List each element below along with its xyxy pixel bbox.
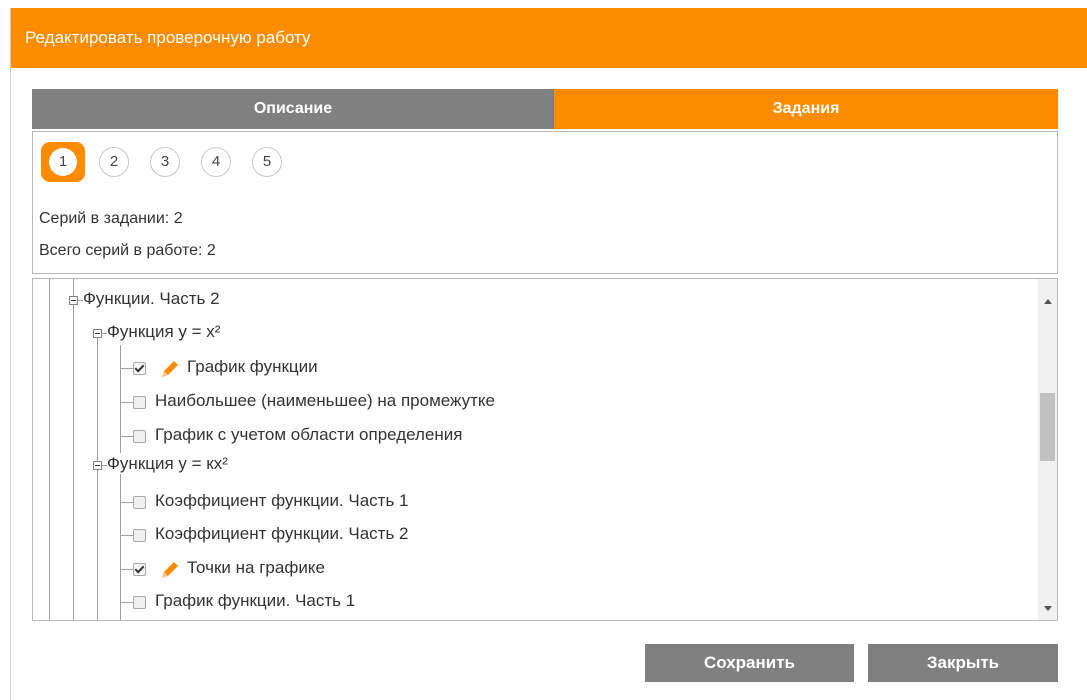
task-number-5[interactable]: 5 — [252, 147, 282, 177]
collapse-icon[interactable] — [93, 461, 102, 470]
edit-test-dialog: Редактировать проверочную работу Описани… — [10, 8, 1087, 700]
scroll-up-arrow-icon[interactable] — [1044, 299, 1052, 304]
task-number-2[interactable]: 2 — [99, 147, 129, 177]
task-number-1[interactable]: 1 — [41, 142, 85, 182]
series-label[interactable]: Точки на графике — [187, 558, 325, 578]
tree-connector — [120, 502, 133, 503]
save-button[interactable]: Сохранить — [645, 644, 854, 682]
tab-tasks[interactable]: Задания — [554, 89, 1058, 129]
task-number-selector: 1 2 3 4 5 — [41, 142, 303, 182]
series-label[interactable]: Коэффициент функции. Часть 1 — [155, 491, 409, 511]
series-checkbox[interactable] — [133, 529, 146, 542]
series-label[interactable]: График функции. Часть 1 — [155, 591, 355, 611]
tree-guide-line — [49, 279, 50, 620]
series-label[interactable]: График с учетом области определения — [155, 425, 463, 445]
scroll-down-arrow-icon[interactable] — [1044, 606, 1052, 611]
dialog-title: Редактировать проверочную работу — [11, 8, 1087, 68]
total-series-text: Всего серий в работе: 2 — [39, 242, 216, 259]
pencil-icon[interactable] — [159, 358, 181, 380]
pencil-icon[interactable] — [159, 559, 181, 581]
page-background-left — [0, 8, 10, 700]
tree-connector — [120, 436, 133, 437]
tree-connector — [120, 368, 133, 369]
tree-node-group-2[interactable]: Функция y = кx² — [107, 454, 228, 474]
series-label[interactable]: График функции — [187, 357, 318, 377]
series-in-task-text: Серий в задании: 2 — [39, 210, 183, 227]
close-button[interactable]: Закрыть — [868, 644, 1058, 682]
series-checkbox[interactable] — [133, 563, 146, 576]
series-tree: Функции. Часть 2 Функция y = x² График ф… — [32, 278, 1058, 621]
tree-connector — [120, 602, 133, 603]
scrollbar-thumb[interactable] — [1040, 393, 1055, 461]
tab-description[interactable]: Описание — [32, 89, 554, 129]
series-checkbox[interactable] — [133, 496, 146, 509]
tree-node-group-1[interactable]: Функция y = x² — [107, 322, 220, 342]
task-number-3[interactable]: 3 — [150, 147, 180, 177]
task-number-4[interactable]: 4 — [201, 147, 231, 177]
tree-guide-line — [73, 279, 74, 620]
series-label[interactable]: Коэффициент функции. Часть 2 — [155, 524, 409, 544]
series-checkbox[interactable] — [133, 362, 146, 375]
tab-bar: Описание Задания — [32, 89, 1058, 129]
series-checkbox[interactable] — [133, 396, 146, 409]
tree-connector — [120, 535, 133, 536]
series-checkbox[interactable] — [133, 596, 146, 609]
series-label[interactable]: Наибольшее (наименьшее) на промежутке — [155, 391, 495, 411]
tree-connector — [120, 569, 133, 570]
series-checkbox[interactable] — [133, 430, 146, 443]
tree-connector — [120, 402, 133, 403]
task-info-panel: 1 2 3 4 5 Серий в задании: 2 Всего серий… — [32, 131, 1058, 274]
tree-guide-line — [97, 331, 98, 620]
tree-guide-line — [120, 474, 121, 620]
page-background — [0, 0, 1087, 8]
collapse-icon[interactable] — [93, 329, 102, 338]
tree-node-root[interactable]: Функции. Часть 2 — [83, 289, 220, 309]
collapse-icon[interactable] — [69, 296, 78, 305]
